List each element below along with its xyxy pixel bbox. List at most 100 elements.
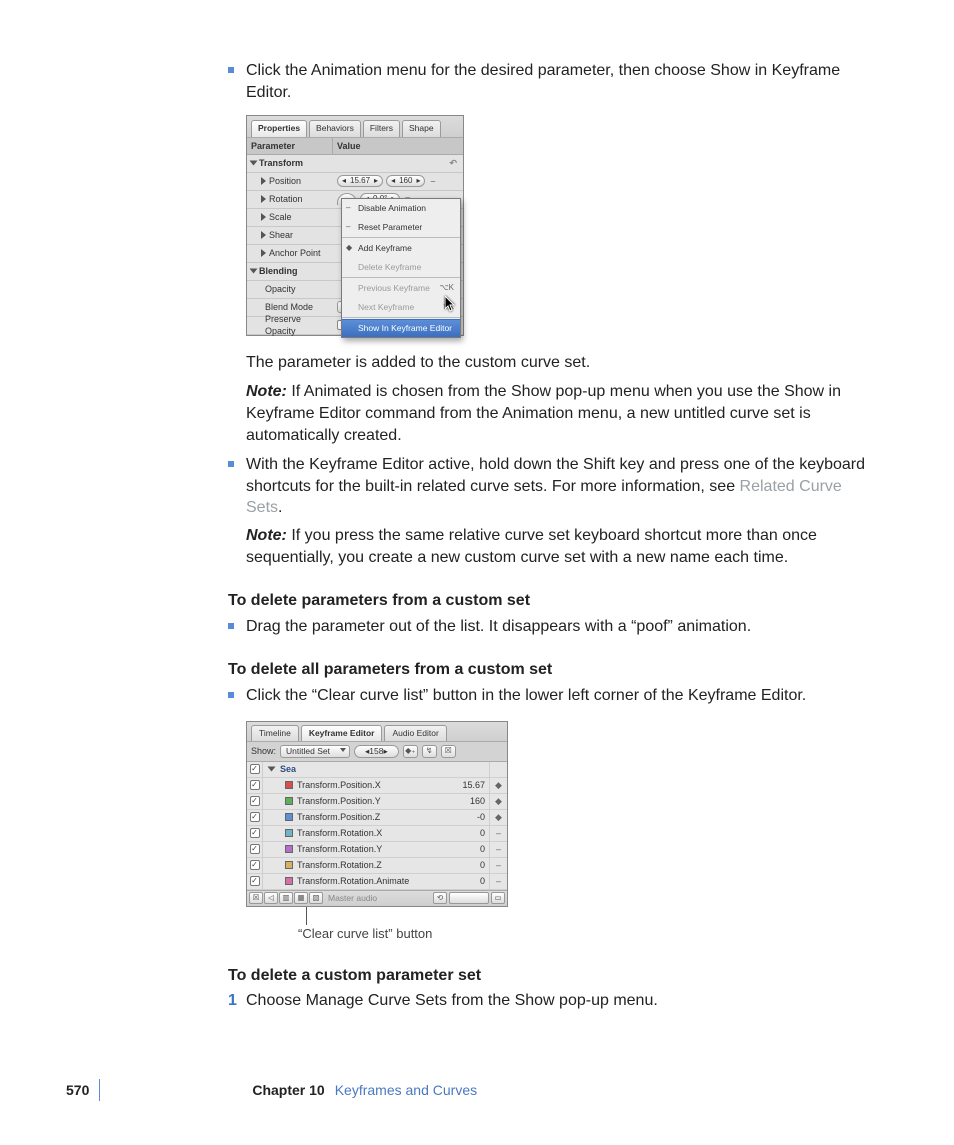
tab-audio-editor[interactable]: Audio Editor [384, 725, 446, 741]
bullet-item: Click the Animation menu for the desired… [228, 60, 878, 103]
note: Note: If you press the same relative cur… [228, 525, 878, 568]
disclosure-icon[interactable] [268, 767, 276, 772]
note: Note: If Animated is chosen from the Sho… [228, 381, 878, 446]
footer-btn[interactable]: ▦ [294, 892, 308, 904]
animation-menu-icon[interactable]: – [428, 175, 437, 187]
list-item[interactable]: ✓ Transform.Rotation.X 0– [247, 826, 507, 842]
keyframe-indicator[interactable]: – [489, 858, 507, 873]
disclosure-icon[interactable] [250, 161, 258, 166]
param-name: Transform.Position.Y [297, 795, 381, 807]
show-popup[interactable]: Untitled Set [280, 745, 350, 758]
param-rotation: Rotation [269, 193, 303, 205]
menu-previous-keyframe: Previous Keyframe⌥K [342, 279, 460, 297]
param-value: -0 [445, 811, 489, 823]
list-head: Sea [280, 763, 296, 775]
param-name: Transform.Position.Z [297, 811, 380, 823]
column-value: Value [333, 138, 463, 154]
list-item[interactable]: ✓Transform.Position.Y160◆ [247, 794, 507, 810]
disclosure-icon[interactable] [261, 231, 266, 239]
color-swatch [285, 861, 293, 869]
color-swatch [285, 877, 293, 885]
bullet-icon [228, 67, 234, 73]
snapping-button[interactable]: ↯ [422, 745, 437, 758]
list-item[interactable]: ✓ Transform.Position.X 15.67◆ [247, 778, 507, 794]
list-item[interactable]: ✓Transform.Rotation.Y0– [247, 842, 507, 858]
bullet-item: With the Keyframe Editor active, hold do… [228, 454, 878, 519]
tab-filters[interactable]: Filters [363, 120, 400, 136]
param-blendmode: Blend Mode [265, 301, 313, 313]
footer-btn[interactable]: ◁ [264, 892, 278, 904]
enable-checkbox[interactable]: ✓ [250, 844, 260, 854]
disclosure-icon[interactable] [261, 177, 266, 185]
disclosure-icon[interactable] [261, 195, 266, 203]
color-swatch [285, 829, 293, 837]
enable-checkbox[interactable]: ✓ [250, 812, 260, 822]
cursor-icon [445, 296, 457, 315]
keyframe-indicator[interactable]: – [489, 826, 507, 841]
param-name: Transform.Rotation.Animate [297, 875, 409, 887]
reset-icon[interactable]: ↶ [447, 157, 459, 169]
keyframe-indicator[interactable]: ◆ [489, 794, 507, 809]
page-number: 570 [66, 1081, 89, 1100]
keyframe-indicator[interactable]: ◆ [489, 810, 507, 825]
menu-reset-parameter[interactable]: –Reset Parameter [342, 218, 460, 236]
enable-checkbox[interactable]: ✓ [250, 780, 260, 790]
position-y-stepper[interactable]: ◂160▸ [386, 175, 425, 187]
disclosure-icon[interactable] [250, 269, 258, 274]
chapter-label: Chapter 10 [252, 1081, 324, 1100]
tab-keyframe-editor[interactable]: Keyframe Editor [301, 725, 383, 741]
tab-shape[interactable]: Shape [402, 120, 441, 136]
footer-btn[interactable]: ▥ [279, 892, 293, 904]
footer-btn[interactable]: ▧ [309, 892, 323, 904]
param-name: Transform.Position.X [297, 779, 381, 791]
footer-slider[interactable] [449, 892, 489, 904]
keyframe-editor-screenshot: Timeline Keyframe Editor Audio Editor Sh… [246, 721, 508, 907]
enable-checkbox[interactable]: ✓ [250, 796, 260, 806]
param-opacity: Opacity [265, 283, 296, 295]
color-swatch [285, 781, 293, 789]
param-value: 15.67 [445, 779, 489, 791]
show-label: Show: [251, 745, 276, 757]
footer-btn[interactable]: ▭ [491, 892, 505, 904]
param-value: 0 [445, 875, 489, 887]
enable-checkbox[interactable]: ✓ [250, 860, 260, 870]
heading-delete-params: To delete parameters from a custom set [228, 590, 878, 612]
param-position: Position [269, 175, 301, 187]
param-shear: Shear [269, 229, 293, 241]
param-scale: Scale [269, 211, 292, 223]
chapter-name: Keyframes and Curves [335, 1081, 477, 1100]
add-keyframe-button[interactable]: ◆₊ [403, 745, 418, 758]
bullet-item: Click the “Clear curve list” button in t… [228, 685, 878, 707]
list-item[interactable]: ✓ Transform.Rotation.Animate 0– [247, 874, 507, 890]
keyframe-indicator[interactable]: – [489, 842, 507, 857]
column-parameter: Parameter [247, 138, 333, 154]
disclosure-icon[interactable] [261, 249, 266, 257]
enable-checkbox[interactable]: ✓ [250, 764, 260, 774]
keyframe-indicator[interactable]: – [489, 874, 507, 889]
menu-disable-animation[interactable]: –Disable Animation [342, 199, 460, 217]
menu-show-in-keyframe-editor[interactable]: Show In Keyframe Editor [342, 319, 460, 337]
tab-timeline[interactable]: Timeline [251, 725, 299, 741]
param-name: Transform.Rotation.X [297, 827, 382, 839]
param-value: 0 [445, 843, 489, 855]
page-footer: 570 Chapter 10 Keyframes and Curves [66, 1079, 477, 1101]
keyframe-indicator[interactable]: ◆ [489, 778, 507, 793]
list-item[interactable]: ✓Transform.Rotation.Z0– [247, 858, 507, 874]
bullet-text: Click the “Clear curve list” button in t… [246, 687, 806, 704]
footer-text: Master audio [328, 893, 377, 904]
callout-line [306, 907, 307, 925]
position-x-stepper[interactable]: ◂15.67▸ [337, 175, 383, 187]
param-value: 0 [445, 827, 489, 839]
clear-list-button[interactable]: ☒ [441, 745, 456, 758]
timecode-stepper[interactable]: ◂ 158 ▸ [354, 745, 399, 758]
disclosure-icon[interactable] [261, 213, 266, 221]
enable-checkbox[interactable]: ✓ [250, 828, 260, 838]
paragraph: The parameter is added to the custom cur… [228, 352, 878, 374]
menu-add-keyframe[interactable]: ◆Add Keyframe [342, 239, 460, 257]
footer-btn[interactable]: ☒ [249, 892, 263, 904]
tab-behaviors[interactable]: Behaviors [309, 120, 361, 136]
footer-btn[interactable]: ⟲ [433, 892, 447, 904]
list-item[interactable]: ✓ Transform.Position.Z -0◆ [247, 810, 507, 826]
enable-checkbox[interactable]: ✓ [250, 876, 260, 886]
tab-properties[interactable]: Properties [251, 120, 307, 136]
